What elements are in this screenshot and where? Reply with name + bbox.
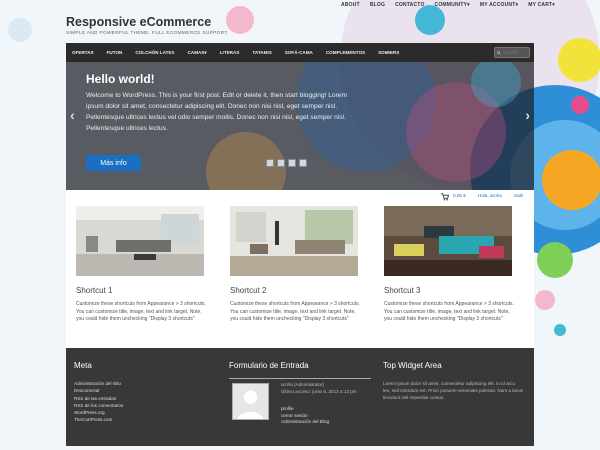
cart-amount[interactable]: 0,00 €: [453, 193, 466, 198]
login-form-title: Formulario de Entrada: [229, 361, 309, 370]
meta-title: Meta: [74, 361, 92, 370]
slide-text: Welcome to WordPress. This is your first…: [86, 92, 347, 133]
shortcut-text: Customize these shortcuts from Appearanc…: [384, 301, 514, 323]
slider-prev-arrow[interactable]: ‹: [70, 107, 75, 123]
nav-item-sofa-cama[interactable]: SOFÁ-CAMA: [285, 50, 313, 55]
shortcut-image[interactable]: [76, 206, 204, 276]
top-menu: ABOUT BLOG CONTACTO COMMUNITY▾ MY ACCOUN…: [341, 0, 555, 8]
shortcut-title[interactable]: Shortcut 1: [76, 286, 206, 295]
shortcut-text: Customize these shortcuts from Appearanc…: [230, 301, 360, 323]
pinterest-icon[interactable]: [288, 159, 296, 167]
user-greeting[interactable]: Hola, aroha: [478, 193, 502, 198]
main-nav: OFERTAS FUTON COLCHÓN LATEX CAMAS▾ LITER…: [66, 43, 534, 62]
nav-item-futon[interactable]: FUTON: [107, 50, 123, 55]
cart-icon[interactable]: [440, 192, 449, 201]
email-icon[interactable]: [299, 159, 307, 167]
nav-item-camas[interactable]: CAMAS▾: [188, 50, 207, 56]
meta-link[interactable]: Desconectar: [74, 387, 123, 394]
admin-link[interactable]: Administración del Blog: [281, 419, 329, 426]
nav-item-somiers[interactable]: SOMIERS: [378, 50, 399, 55]
footer: Meta Administración del sitio Desconecta…: [66, 348, 534, 446]
more-info-button[interactable]: Más info: [86, 155, 141, 171]
shortcut-title[interactable]: Shortcut 3: [384, 286, 514, 295]
profile-link[interactable]: profile: [281, 406, 329, 413]
user-info: aroha (Administrator) Último acceso: jun…: [281, 382, 357, 395]
widget-title: Top Widget Area: [383, 361, 442, 370]
nav-item-tatamis[interactable]: TATAMIS: [252, 50, 271, 55]
site-tagline: SIMPLE AND POWERFUL THEME. FULL ECOMMERC…: [66, 31, 229, 36]
top-menu-blog[interactable]: BLOG: [370, 0, 385, 8]
shortcut-card: Shortcut 3 Customize these shortcuts fro…: [384, 206, 514, 324]
search-icon: [497, 50, 501, 55]
shortcut-title[interactable]: Shortcut 2: [230, 286, 360, 295]
widget-text: Lorem ipsum dolor sit amet, consectetur …: [383, 381, 523, 401]
site-title[interactable]: Responsive eCommerce: [66, 15, 211, 29]
top-menu-community[interactable]: COMMUNITY▾: [435, 0, 470, 8]
user-name: aroha (Administrator): [281, 382, 325, 387]
shortcut-card: Shortcut 2 Customize these shortcuts fro…: [230, 206, 360, 324]
search-box[interactable]: [494, 47, 530, 58]
meta-link[interactable]: WordPress.org: [74, 409, 123, 416]
search-input[interactable]: [503, 49, 529, 56]
facebook-icon[interactable]: [277, 159, 285, 167]
logout-link[interactable]: Salir: [514, 193, 523, 198]
cart-bar: 0,00 € Hola, aroha Salir: [66, 190, 534, 203]
avatar: [232, 383, 269, 420]
slider-next-arrow[interactable]: ›: [525, 107, 530, 123]
meta-link[interactable]: RSS de los comentarios: [74, 402, 123, 409]
shortcut-text: Customize these shortcuts from Appearanc…: [76, 301, 206, 323]
nav-item-complementos[interactable]: COMPLEMENTOS: [326, 50, 365, 55]
shortcuts-section: Shortcut 1 Customize these shortcuts fro…: [66, 203, 534, 348]
top-menu-my-cart[interactable]: MY CART▾: [528, 0, 555, 8]
meta-link[interactable]: Administración del sitio: [74, 380, 123, 387]
shortcut-image[interactable]: [384, 206, 512, 276]
last-access: Último acceso: junio 6, 2013 4:13 pm: [281, 388, 357, 394]
user-links: profile cerrar sesión Administración del…: [281, 406, 329, 426]
logout-link[interactable]: cerrar sesión: [281, 413, 329, 420]
shortcut-image[interactable]: [230, 206, 358, 276]
hero-slider: ‹ › Hello world! Welcome to WordPress. T…: [66, 62, 534, 190]
nav-item-ofertas[interactable]: OFERTAS: [72, 50, 94, 55]
top-menu-contacto[interactable]: CONTACTO: [395, 0, 424, 8]
meta-links: Administración del sitio Desconectar RSS…: [74, 380, 123, 424]
meta-link[interactable]: TheCartPress.com: [74, 416, 123, 423]
meta-link[interactable]: RSS de las entradas: [74, 395, 123, 402]
divider: [229, 378, 371, 379]
top-menu-about[interactable]: ABOUT: [341, 0, 360, 8]
nav-item-literas[interactable]: LITERAS: [220, 50, 240, 55]
top-menu-my-account[interactable]: MY ACCOUNT▾: [480, 0, 518, 8]
twitter-icon[interactable]: [266, 159, 274, 167]
social-icons: [266, 159, 307, 167]
slide-title[interactable]: Hello world!: [86, 72, 155, 86]
shortcut-card: Shortcut 1 Customize these shortcuts fro…: [76, 206, 206, 324]
nav-item-colchon-latex[interactable]: COLCHÓN LATEX: [135, 50, 174, 55]
